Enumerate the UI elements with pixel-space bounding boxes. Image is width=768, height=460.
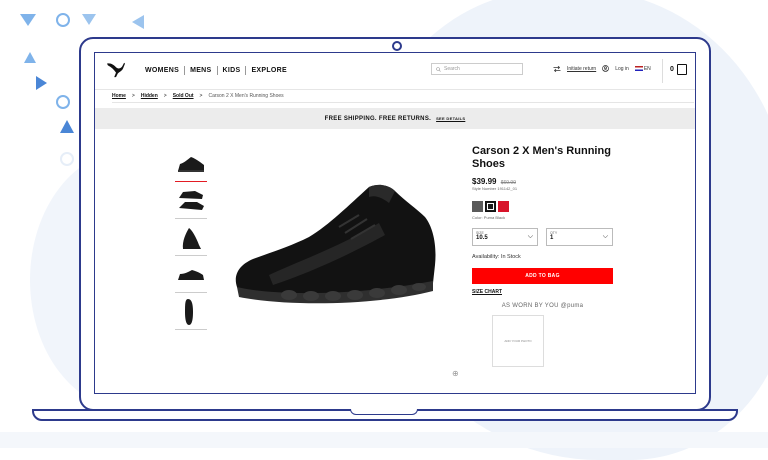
- quantity-select-value: 1: [550, 235, 554, 241]
- triangle-decoration: [36, 76, 47, 90]
- thumbnail-pair[interactable]: [175, 186, 207, 219]
- login-link[interactable]: Log in: [615, 66, 629, 72]
- circle-decoration: [56, 13, 70, 27]
- triangle-decoration: [132, 15, 144, 29]
- swatch-grey[interactable]: [472, 201, 483, 212]
- quantity-select[interactable]: QTY 1 ⌵: [546, 228, 613, 246]
- floor-shadow: [0, 432, 768, 448]
- zoom-icon[interactable]: ⊕: [452, 369, 459, 378]
- breadcrumb-separator-icon: >: [199, 93, 203, 99]
- current-price: $39.99: [472, 177, 497, 186]
- size-select-value: 10.5: [476, 235, 488, 241]
- search-placeholder: Search: [444, 66, 460, 72]
- webcam-icon: [392, 41, 402, 51]
- product-main-image[interactable]: [229, 175, 449, 315]
- add-photo-tile[interactable]: ADD YOUR PHOTO: [492, 315, 544, 367]
- locale-selector[interactable]: EN: [634, 65, 651, 72]
- style-number: Style Number 191142_01: [472, 186, 518, 191]
- thumbnail-sole[interactable]: [175, 297, 207, 330]
- product-price: $39.99 $69.99: [472, 177, 516, 186]
- breadcrumb-separator-icon: >: [131, 93, 135, 99]
- search-icon: [436, 66, 441, 72]
- breadcrumb-separator-icon: >: [163, 93, 167, 99]
- search-input[interactable]: Search: [431, 63, 523, 75]
- header-tools: Initiate return Log in EN: [553, 65, 651, 72]
- triangle-decoration: [20, 14, 36, 26]
- promo-details-link[interactable]: SEE DETAILS: [436, 116, 465, 121]
- shoe-front-thumb-icon: [182, 228, 201, 249]
- user-icon: [602, 65, 610, 72]
- us-flag-icon: [634, 65, 643, 71]
- circle-decoration: [56, 95, 70, 109]
- locale-label: EN: [643, 65, 651, 72]
- breadcrumb-sold-out[interactable]: Sold Out: [173, 93, 194, 99]
- laptop-notch: [350, 409, 418, 415]
- size-chart-link[interactable]: SIZE CHART: [472, 289, 502, 295]
- nav-item-womens[interactable]: WOMENS: [145, 66, 186, 75]
- thumbnail-front[interactable]: [175, 223, 207, 256]
- nav-item-explore[interactable]: EXPLORE: [246, 66, 292, 75]
- puma-logo-icon[interactable]: [105, 60, 127, 78]
- color-label: Color: Puma Black: [472, 215, 506, 220]
- shoe-pair-thumb-icon: [179, 191, 204, 210]
- cart-bag-icon: [676, 64, 687, 75]
- cart-count: 0: [670, 66, 674, 73]
- site-header: WOMENS MENS KIDS EXPLORE Search Initiate…: [95, 53, 695, 90]
- chevron-down-icon: ⌵: [527, 233, 533, 240]
- breadcrumb-hidden[interactable]: Hidden: [141, 93, 158, 99]
- breadcrumb: Home > Hidden > Sold Out > Carson 2 X Me…: [112, 93, 284, 99]
- color-swatches: [472, 201, 509, 212]
- shoe-side-thumb-icon: [178, 157, 204, 172]
- triangle-decoration: [82, 14, 96, 25]
- size-select[interactable]: SIZE 10.5 ⌵: [472, 228, 538, 246]
- add-to-bag-button[interactable]: ADD TO BAG: [472, 268, 613, 284]
- header-divider: [662, 59, 663, 83]
- triangle-decoration: [24, 52, 36, 63]
- swatch-red[interactable]: [498, 201, 509, 212]
- promo-text: FREE SHIPPING. FREE RETURNS.: [324, 115, 432, 122]
- product-title: Carson 2 X Men's Running Shoes: [472, 145, 611, 170]
- promo-banner: FREE SHIPPING. FREE RETURNS. SEE DETAILS: [95, 108, 695, 129]
- swatch-black[interactable]: [485, 201, 496, 212]
- nav-item-kids[interactable]: KIDS: [218, 66, 247, 75]
- return-arrows-icon: [553, 65, 561, 72]
- browser-screen: WOMENS MENS KIDS EXPLORE Search Initiate…: [94, 52, 696, 394]
- thumbnail-side[interactable]: [175, 149, 207, 182]
- triangle-decoration: [60, 120, 74, 133]
- circle-decoration: [60, 152, 74, 166]
- breadcrumb-divider: [112, 102, 694, 103]
- shoe-sole-thumb-icon: [185, 299, 193, 325]
- worn-by-you-heading: AS WORN BY YOU @puma: [501, 303, 584, 309]
- availability-status: Availability: In Stock: [472, 254, 521, 260]
- breadcrumb-home[interactable]: Home: [112, 93, 126, 99]
- shoe-outer-thumb-icon: [178, 270, 204, 280]
- thumbnail-outer[interactable]: [175, 260, 207, 293]
- breadcrumb-current: Carson 2 X Men's Running Shoes: [208, 93, 284, 99]
- cart-button[interactable]: 0: [670, 64, 687, 75]
- initiate-return-link[interactable]: Initiate return: [567, 66, 596, 72]
- thumbnail-list: [175, 149, 207, 334]
- chevron-down-icon: ⌵: [602, 233, 608, 240]
- main-nav: WOMENS MENS KIDS EXPLORE: [145, 66, 292, 75]
- nav-item-mens[interactable]: MENS: [185, 66, 218, 75]
